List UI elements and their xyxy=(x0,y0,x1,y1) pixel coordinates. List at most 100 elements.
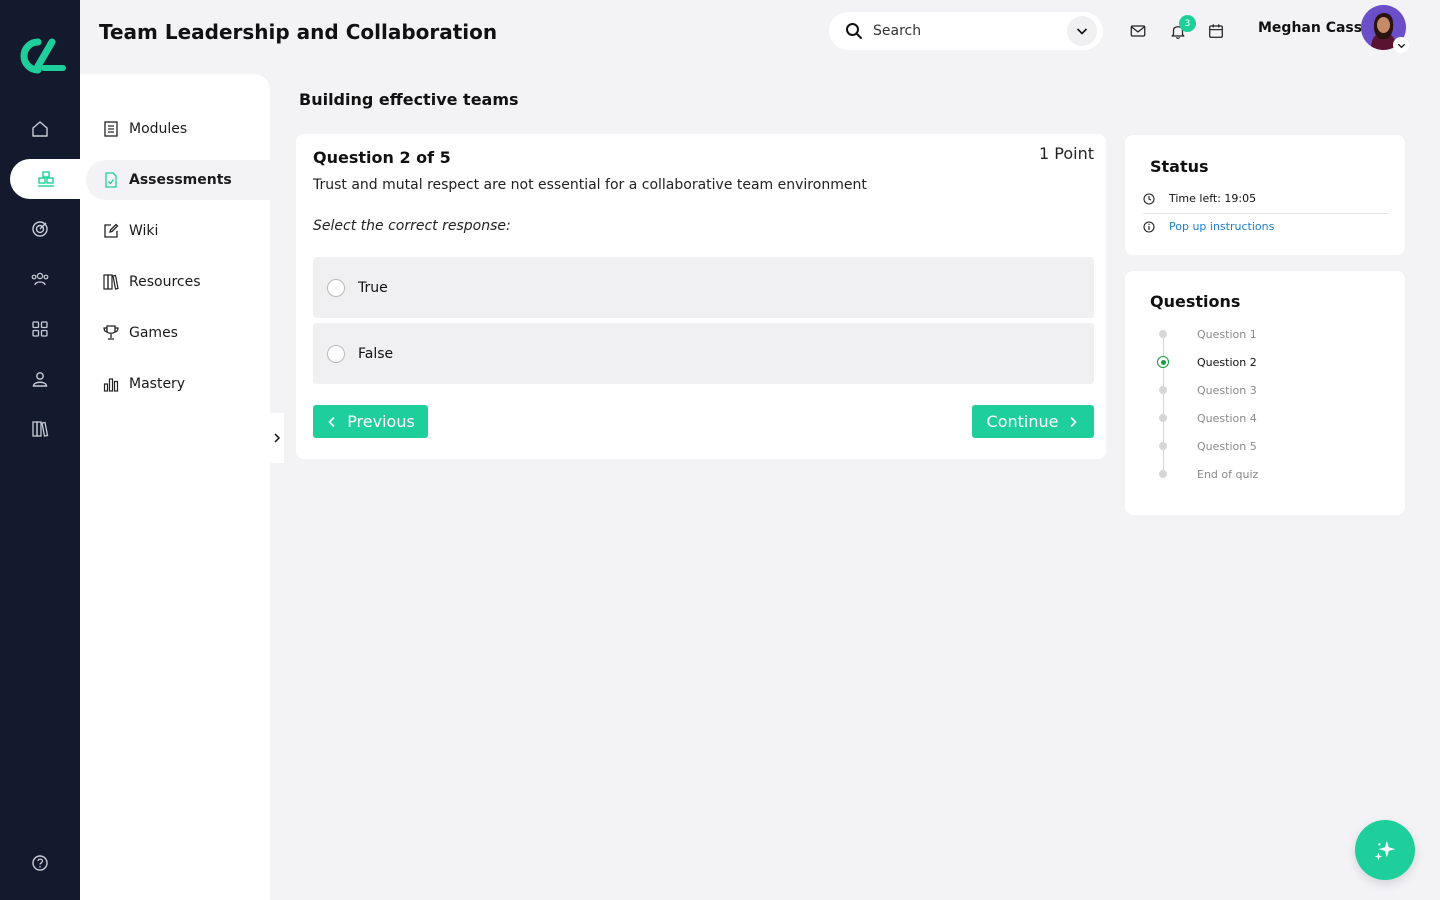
question-step-4[interactable]: Question 4 xyxy=(1157,410,1257,426)
nav-assessments[interactable]: Assessments xyxy=(86,160,270,200)
answer-option-false[interactable]: False xyxy=(313,323,1094,384)
nav-wiki[interactable]: Wiki xyxy=(86,211,270,251)
sparkle-icon xyxy=(1374,840,1396,861)
answer-option-true[interactable]: True xyxy=(313,257,1094,318)
rail-home-button[interactable] xyxy=(0,109,80,149)
option-label: False xyxy=(358,345,394,362)
rail-library-button[interactable] xyxy=(0,409,80,449)
apps-icon xyxy=(32,321,48,337)
question-step-end[interactable]: End of quiz xyxy=(1157,466,1258,482)
modules-icon xyxy=(101,119,121,139)
step-dot-current xyxy=(1157,356,1169,368)
step-label: Question 3 xyxy=(1197,383,1257,397)
messages-button[interactable] xyxy=(1127,20,1149,42)
previous-label: Previous xyxy=(347,412,415,431)
rail-apps-button[interactable] xyxy=(0,309,80,349)
search-icon xyxy=(846,23,862,39)
step-label: Question 2 xyxy=(1197,355,1257,369)
status-title: Status xyxy=(1150,157,1209,176)
question-step-2[interactable]: Question 2 xyxy=(1157,354,1257,370)
instructions-row[interactable]: Pop up instructions xyxy=(1143,220,1274,233)
time-left: Time left: 19:05 xyxy=(1169,192,1257,205)
nav-label: Wiki xyxy=(129,223,159,239)
books-icon xyxy=(101,272,121,292)
chevron-right-icon xyxy=(1070,416,1078,427)
status-card: Status Time left: 19:05 Pop up instructi… xyxy=(1125,135,1405,255)
step-dot xyxy=(1157,328,1169,340)
bar-chart-icon xyxy=(101,374,121,394)
profile-icon xyxy=(32,372,48,387)
nav-games[interactable]: Games xyxy=(86,313,270,353)
trophy-icon xyxy=(101,323,121,343)
chevron-right-icon xyxy=(274,433,281,443)
radio-button[interactable] xyxy=(327,278,345,297)
search-filter-toggle[interactable] xyxy=(1067,16,1097,46)
question-card: Question 2 of 5 1 Point Trust and mutal … xyxy=(296,134,1106,459)
previous-button[interactable]: Previous xyxy=(313,405,428,438)
info-icon xyxy=(1143,220,1155,233)
calendar-button[interactable] xyxy=(1205,20,1227,42)
rail-profile-button[interactable] xyxy=(0,359,80,399)
rail-assessments-button[interactable] xyxy=(10,159,82,199)
nav-resources[interactable]: Resources xyxy=(86,262,270,302)
step-label: Question 5 xyxy=(1197,439,1257,453)
nav-label: Mastery xyxy=(129,376,186,392)
question-step-3[interactable]: Question 3 xyxy=(1157,382,1257,398)
left-rail xyxy=(0,0,82,900)
edit-icon xyxy=(101,221,121,241)
search-bar[interactable] xyxy=(829,12,1103,50)
option-label: True xyxy=(358,279,388,296)
step-dot xyxy=(1157,468,1169,480)
chevron-left-icon xyxy=(328,416,335,427)
question-text: Trust and mutal respect are not essentia… xyxy=(313,177,867,193)
ai-assistant-button[interactable] xyxy=(1355,820,1415,880)
nav-modules[interactable]: Modules xyxy=(86,109,270,149)
question-heading: Question 2 of 5 xyxy=(313,148,451,167)
expand-nav-toggle[interactable] xyxy=(270,413,284,463)
page-title: Team Leadership and Collaboration xyxy=(99,20,498,44)
chevron-down-icon xyxy=(1076,28,1088,35)
step-label: End of quiz xyxy=(1197,467,1259,481)
chevron-down-icon xyxy=(1397,43,1405,48)
rail-team-button[interactable] xyxy=(0,259,80,299)
nav-label: Games xyxy=(129,325,178,341)
nav-label: Assessments xyxy=(129,172,232,188)
assessment-doc-icon xyxy=(101,170,121,190)
instructions-link[interactable]: Pop up instructions xyxy=(1169,220,1274,233)
question-points: 1 Point xyxy=(1039,144,1094,163)
search-input[interactable] xyxy=(873,23,1053,39)
app-logo[interactable] xyxy=(14,36,66,76)
library-icon xyxy=(32,421,49,437)
divider xyxy=(1143,213,1389,214)
step-dot xyxy=(1157,440,1169,452)
home-icon xyxy=(32,121,48,137)
rail-target-button[interactable] xyxy=(0,209,80,249)
account-menu-toggle[interactable] xyxy=(1393,37,1409,53)
rail-help-button[interactable] xyxy=(0,843,80,883)
section-nav: Modules Assessments Wiki Resources Games… xyxy=(80,74,270,900)
calendar-icon xyxy=(1209,24,1223,38)
step-label: Question 4 xyxy=(1197,411,1257,425)
mail-icon xyxy=(1130,25,1146,37)
team-icon xyxy=(31,272,49,286)
question-step-1[interactable]: Question 1 xyxy=(1157,326,1257,342)
help-icon xyxy=(32,855,48,871)
assessments-icon xyxy=(38,171,54,187)
target-icon xyxy=(32,221,48,237)
step-dot xyxy=(1157,412,1169,424)
radio-button[interactable] xyxy=(327,344,345,363)
nav-label: Resources xyxy=(129,274,201,290)
nav-mastery[interactable]: Mastery xyxy=(86,364,270,404)
nav-label: Modules xyxy=(129,121,188,137)
step-label: Question 1 xyxy=(1197,327,1257,341)
step-dot xyxy=(1157,384,1169,396)
continue-label: Continue xyxy=(986,412,1059,431)
user-name[interactable]: Meghan Cass xyxy=(1258,20,1362,36)
continue-button[interactable]: Continue xyxy=(972,405,1094,438)
questions-card: Questions Question 1 Question 2 Question… xyxy=(1125,271,1405,515)
time-left-row: Time left: 19:05 xyxy=(1143,192,1256,205)
notification-badge: 3 xyxy=(1179,15,1196,32)
question-step-5[interactable]: Question 5 xyxy=(1157,438,1257,454)
questions-title: Questions xyxy=(1150,292,1241,311)
section-title: Building effective teams xyxy=(299,90,519,109)
